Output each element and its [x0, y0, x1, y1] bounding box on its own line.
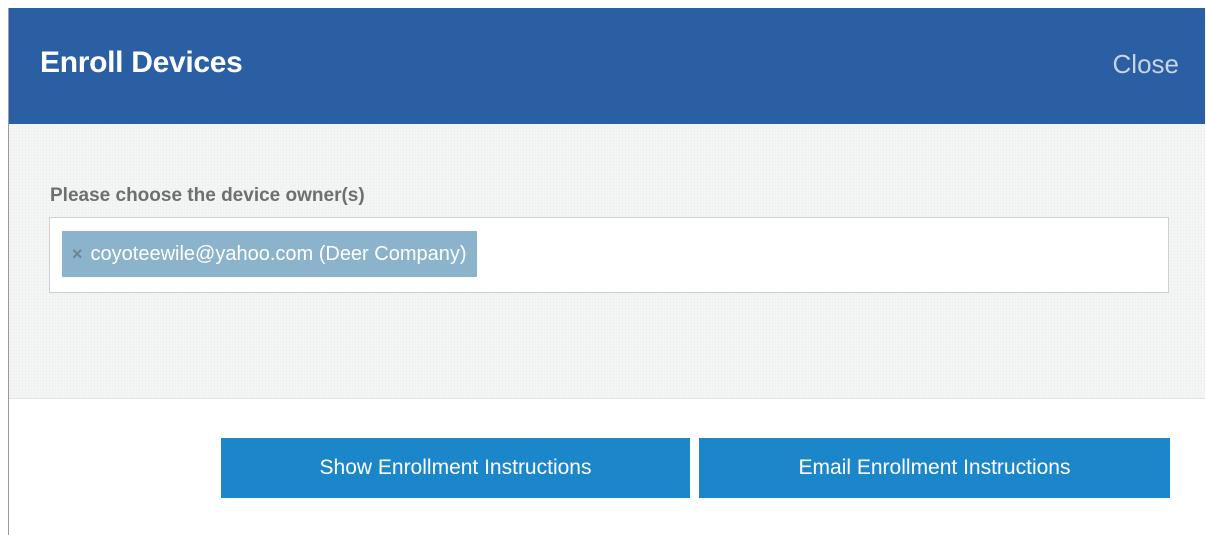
dialog-footer: Show Enrollment Instructions Email Enrol…: [9, 399, 1205, 535]
remove-tag-icon[interactable]: ×: [72, 244, 83, 265]
email-enrollment-instructions-button[interactable]: Email Enrollment Instructions: [699, 438, 1170, 498]
dialog-body: Please choose the device owner(s) × coyo…: [9, 124, 1205, 399]
dialog-title: Enroll Devices: [40, 46, 243, 79]
close-button[interactable]: Close: [1113, 49, 1179, 80]
enroll-devices-dialog: Enroll Devices Close Please choose the d…: [8, 8, 1205, 535]
dialog-header: Enroll Devices Close: [9, 8, 1205, 124]
show-enrollment-instructions-button[interactable]: Show Enrollment Instructions: [221, 438, 690, 498]
selected-owner-text: coyoteewile@yahoo.com (Deer Company): [90, 242, 467, 265]
device-owner-label: Please choose the device owner(s): [50, 185, 365, 206]
device-owner-input[interactable]: × coyoteewile@yahoo.com (Deer Company): [49, 217, 1169, 293]
selected-owner-tag: × coyoteewile@yahoo.com (Deer Company): [62, 231, 477, 277]
